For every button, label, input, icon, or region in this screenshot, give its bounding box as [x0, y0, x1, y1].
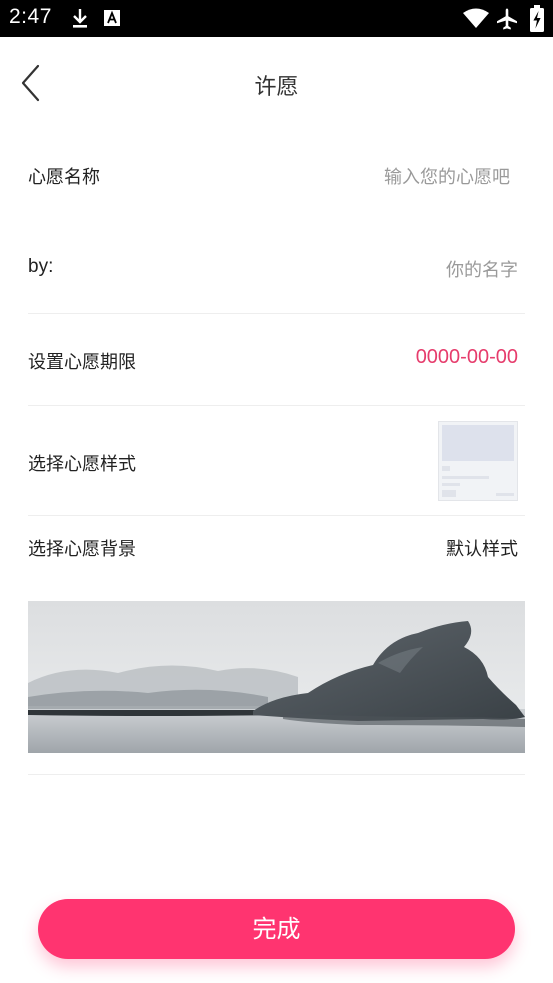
- text-a-icon: [104, 10, 120, 26]
- background-value[interactable]: 默认样式: [446, 535, 518, 561]
- status-bar: 2:47: [0, 0, 553, 37]
- style-thumbnail[interactable]: [438, 421, 518, 501]
- nav-bar: 许愿: [0, 37, 553, 129]
- deadline-label: 设置心愿期限: [28, 352, 136, 373]
- airplane-icon: [497, 8, 517, 30]
- done-button[interactable]: 完成: [38, 899, 515, 959]
- wish-name-input[interactable]: 输入您的心愿吧: [384, 163, 510, 189]
- divider: [28, 774, 525, 775]
- deadline-row[interactable]: 设置心愿期限 0000-00-00: [28, 345, 524, 377]
- deadline-date-value[interactable]: 0000-00-00: [416, 346, 518, 369]
- background-label: 选择心愿背景: [28, 539, 136, 560]
- style-label: 选择心愿样式: [28, 454, 136, 475]
- misty-landscape-image: [28, 601, 525, 753]
- divider: [28, 405, 525, 406]
- by-label: by:: [28, 256, 54, 277]
- wish-card-preview-icon: [442, 425, 514, 497]
- divider: [28, 515, 525, 516]
- wish-name-label: 心愿名称: [28, 167, 100, 188]
- download-icon: [73, 9, 87, 28]
- background-preview-image[interactable]: [28, 601, 525, 753]
- by-row[interactable]: by: 你的名字: [28, 253, 524, 285]
- divider: [28, 313, 525, 314]
- wifi-icon: [463, 8, 489, 28]
- battery-charging-icon: [530, 5, 544, 32]
- background-row[interactable]: 选择心愿背景 默认样式: [28, 532, 524, 564]
- status-time: 2:47: [9, 5, 52, 28]
- page-title: 许愿: [254, 75, 299, 100]
- name-input[interactable]: 你的名字: [446, 256, 518, 282]
- wish-name-row[interactable]: 心愿名称 输入您的心愿吧: [28, 160, 524, 192]
